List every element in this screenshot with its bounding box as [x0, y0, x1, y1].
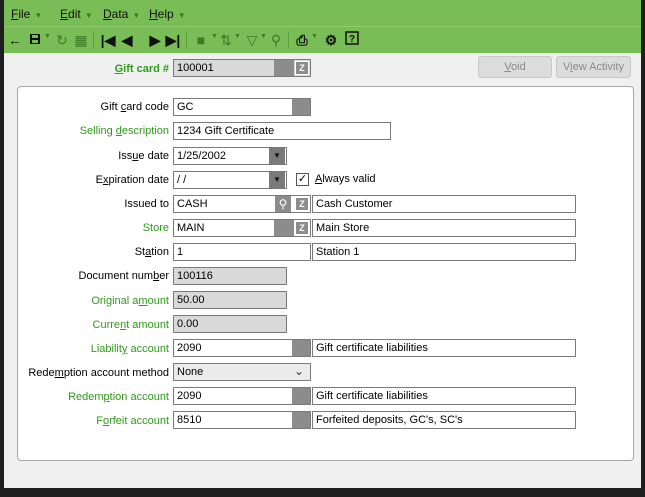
grid-icon[interactable]: ▦	[72, 31, 90, 49]
zoom-icon[interactable]: Z	[295, 61, 309, 75]
toolbar-divider	[93, 31, 94, 49]
current-amount-label: Current amount	[92, 319, 169, 331]
lookup-block	[274, 60, 294, 76]
always-valid-label: Always valid	[315, 173, 376, 185]
original-amount-field: 50.00	[173, 291, 287, 309]
date-dropdown-icon[interactable]: ▼	[269, 172, 285, 188]
save-icon[interactable]	[26, 31, 44, 49]
lookup-block	[292, 99, 310, 115]
station-field[interactable]: 1	[173, 243, 311, 261]
settings-icon[interactable]: ⚙	[322, 31, 340, 49]
menu-data-label: ata	[111, 7, 129, 21]
gift-card-number-label: Gift card #	[114, 63, 169, 75]
forfeit-account-label: Forfeit account	[96, 415, 169, 427]
expiration-date-label: Expiration date	[95, 174, 169, 186]
lookup-block	[292, 388, 310, 404]
issue-date-label: Issue date	[118, 150, 169, 162]
lookup-block	[292, 340, 310, 356]
menu-help[interactable]: Help ▼	[149, 7, 186, 21]
view-activity-button[interactable]: View Activity	[556, 56, 631, 78]
batch-dropdown-icon[interactable]: ▼	[211, 33, 218, 40]
save-dropdown-icon[interactable]: ▼	[44, 33, 51, 40]
chevron-down-icon: ▼	[132, 11, 141, 20]
original-amount-label: Original amount	[91, 295, 169, 307]
toolbar: ← ▼ ↻ ▦ |◀ ◀ ▶ ▶| ■ ▼ ⇅ ▼ ▽ ▼ ⚲ ⎙ ▼ ⚙ ?	[4, 26, 641, 53]
always-valid-checkbox[interactable]: ✓	[296, 173, 309, 186]
menu-edit-accel: E	[60, 7, 69, 21]
refresh-icon[interactable]: ↻	[54, 31, 70, 49]
toolbar-divider	[186, 31, 187, 49]
liability-account-description: Gift certificate liabilities	[312, 339, 576, 357]
current-amount-field: 0.00	[173, 315, 287, 333]
back-arrow-icon[interactable]: ←	[6, 31, 24, 49]
previous-record-icon[interactable]: ◀	[120, 31, 134, 49]
document-number-field: 100116	[173, 267, 287, 285]
forfeit-account-field[interactable]: 8510	[173, 411, 311, 429]
store-description: Main Store	[312, 219, 576, 237]
lookup-block	[274, 220, 294, 236]
zoom-icon[interactable]: Z	[295, 221, 309, 235]
zoom-icon[interactable]: Z	[295, 197, 309, 211]
store-label: Store	[142, 222, 169, 234]
selling-description-field[interactable]: 1234 Gift Certificate	[173, 122, 391, 140]
menu-data-accel: D	[103, 7, 112, 21]
chevron-down-icon: ▼	[34, 11, 43, 20]
svg-text:?: ?	[349, 34, 355, 45]
station-label: Station	[134, 246, 169, 258]
batch-icon[interactable]: ■	[192, 31, 210, 49]
issued-to-label: Issued to	[124, 198, 169, 210]
menu-file[interactable]: File ▼	[11, 7, 42, 21]
redemption-method-select[interactable]: None	[173, 363, 311, 381]
application-window: File ▼ Edit ▼ Data ▼ Help ▼ ← ▼ ↻ ▦ |◀ ◀ ▶ ▶…	[4, 0, 641, 488]
chevron-down-icon[interactable]: ⌄	[294, 364, 304, 378]
menu-bar: File ▼ Edit ▼ Data ▼ Help ▼	[4, 0, 641, 26]
last-record-icon[interactable]: ▶|	[164, 31, 182, 49]
redemption-account-description: Gift certificate liabilities	[312, 387, 576, 405]
search-icon[interactable]: ⚲	[268, 31, 284, 49]
help-icon[interactable]: ?	[344, 31, 360, 49]
document-number-label: Document number	[78, 270, 170, 282]
first-record-icon[interactable]: |◀	[99, 31, 117, 49]
station-description: Station 1	[312, 243, 576, 261]
print-icon[interactable]: ⎙	[294, 31, 310, 49]
menu-data[interactable]: Data ▼	[103, 7, 140, 21]
gift-card-code-field[interactable]: GC	[173, 98, 311, 116]
chevron-down-icon: ▼	[84, 11, 93, 20]
print-dropdown-icon[interactable]: ▼	[311, 33, 318, 40]
issued-to-description: Cash Customer	[312, 195, 576, 213]
next-record-icon[interactable]: ▶	[148, 31, 162, 49]
search-icon[interactable]: ⚲	[275, 196, 291, 212]
menu-help-label: elp	[157, 7, 174, 21]
chevron-down-icon: ▼	[177, 11, 186, 20]
filter-icon[interactable]: ▽	[244, 31, 260, 49]
lookup-block	[292, 412, 310, 428]
menu-edit[interactable]: Edit ▼	[60, 7, 93, 21]
redemption-method-label: Redemption account method	[28, 367, 169, 379]
gift-card-code-label: Gift card code	[100, 101, 169, 113]
selling-description-label: Selling description	[79, 125, 169, 137]
filter-dropdown-icon[interactable]: ▼	[260, 33, 267, 40]
sort-dropdown-icon[interactable]: ▼	[234, 33, 241, 40]
sort-icon[interactable]: ⇅	[218, 31, 234, 49]
menu-file-label: ile	[18, 7, 31, 21]
void-button[interactable]: Void	[478, 56, 552, 78]
redemption-account-field[interactable]: 2090	[173, 387, 311, 405]
menu-help-accel: H	[149, 7, 158, 21]
date-dropdown-icon[interactable]: ▼	[269, 148, 285, 164]
gift-card-number-value: 100001	[177, 62, 214, 74]
redemption-account-label: Redemption account	[68, 391, 169, 403]
toolbar-divider	[288, 31, 289, 49]
menu-edit-label: dit	[68, 7, 81, 21]
forfeit-account-description: Forfeited deposits, GC's, SC's	[312, 411, 576, 429]
liability-account-field[interactable]: 2090	[173, 339, 311, 357]
liability-account-label: Liability account	[90, 343, 169, 355]
